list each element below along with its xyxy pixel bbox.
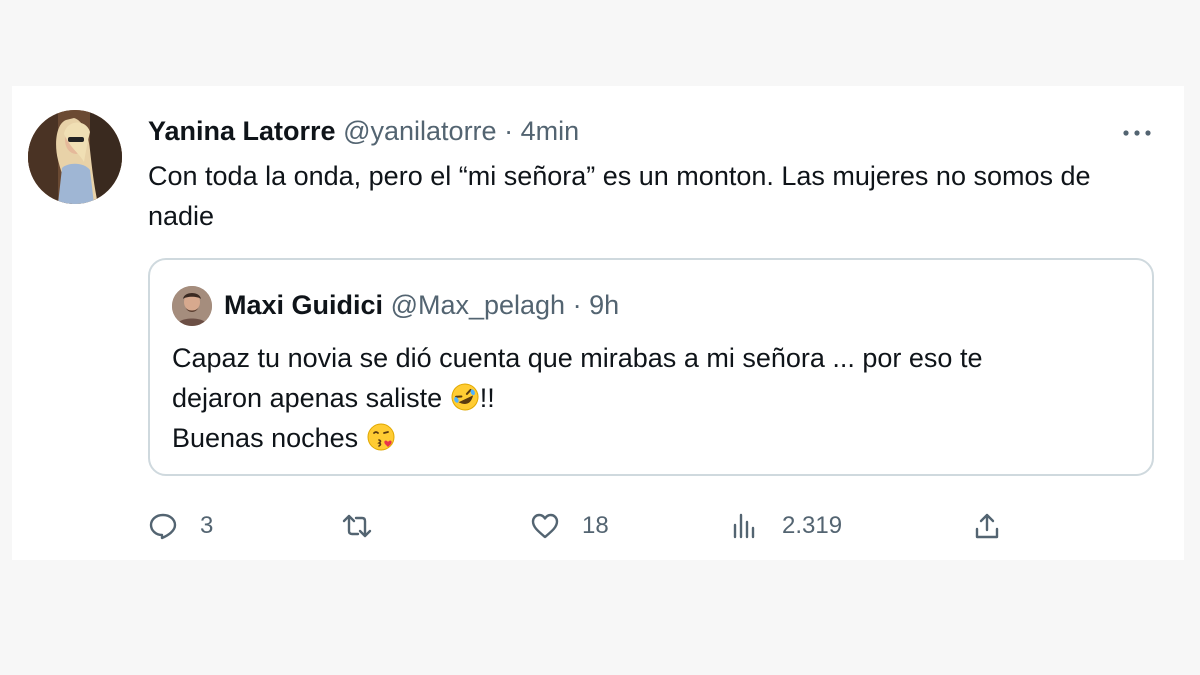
like-count: 18 [582, 512, 609, 539]
quoted-header-separator: · [572, 290, 582, 320]
tweet-header: Yanina Latorre @yanilatorre · 4min [148, 114, 579, 148]
heart-icon [531, 513, 559, 539]
tweet-timestamp[interactable]: 4min [521, 116, 580, 146]
quoted-text-line-2-text: dejaron apenas saliste [172, 383, 450, 413]
quoted-text-line-3: Buenas noches [172, 418, 1132, 458]
quoted-tweet-text: Capaz tu novia se dió cuenta que mirabas… [172, 338, 1132, 458]
reply-button[interactable]: 3 [148, 506, 213, 546]
retweet-icon [342, 514, 372, 538]
views-count: 2.319 [782, 512, 843, 539]
reply-count: 3 [200, 512, 214, 539]
tweet-text: Con toda la onda, pero el “mi señora” es… [148, 161, 1091, 231]
more-horizontal-icon [1123, 130, 1151, 136]
views-chart-icon [733, 513, 755, 539]
quoted-author-handle[interactable]: @Max_pelagh [391, 290, 566, 320]
like-button[interactable]: 18 [530, 506, 609, 546]
more-options-button[interactable] [1120, 126, 1154, 140]
tweet-actions-bar: 3 18 2.319 [148, 506, 1148, 546]
rolling-on-floor-laughing-emoji-icon [450, 382, 480, 412]
share-button[interactable] [972, 506, 1002, 546]
quoted-author-avatar[interactable] [172, 286, 212, 326]
face-blowing-kiss-emoji-icon [366, 422, 396, 452]
quoted-text-line-3-text: Buenas noches [172, 423, 366, 453]
quoted-text-line-2: dejaron apenas saliste !! [172, 378, 1132, 418]
tweet-card[interactable]: Yanina Latorre @yanilatorre · 4min Con t… [12, 86, 1184, 560]
quoted-tweet[interactable]: Maxi Guidici @Max_pelagh · 9h Capaz tu n… [148, 258, 1154, 476]
reply-icon [149, 513, 177, 540]
avatar-photo-icon [172, 286, 212, 326]
author-handle[interactable]: @yanilatorre [343, 116, 496, 146]
quoted-author-display-name[interactable]: Maxi Guidici [224, 290, 383, 320]
quoted-tweet-header: Maxi Guidici @Max_pelagh · 9h [224, 288, 619, 322]
avatar-photo-icon [28, 110, 122, 204]
share-icon [975, 513, 999, 539]
author-display-name[interactable]: Yanina Latorre [148, 116, 336, 146]
retweet-button[interactable] [342, 506, 394, 546]
header-separator: · [504, 116, 514, 146]
quoted-text-line-1: Capaz tu novia se dió cuenta que mirabas… [172, 343, 983, 373]
views-button[interactable]: 2.319 [730, 506, 842, 546]
author-avatar[interactable] [28, 110, 122, 204]
quoted-text-line-2-suffix: !! [479, 383, 495, 413]
quoted-tweet-timestamp[interactable]: 9h [589, 290, 619, 320]
